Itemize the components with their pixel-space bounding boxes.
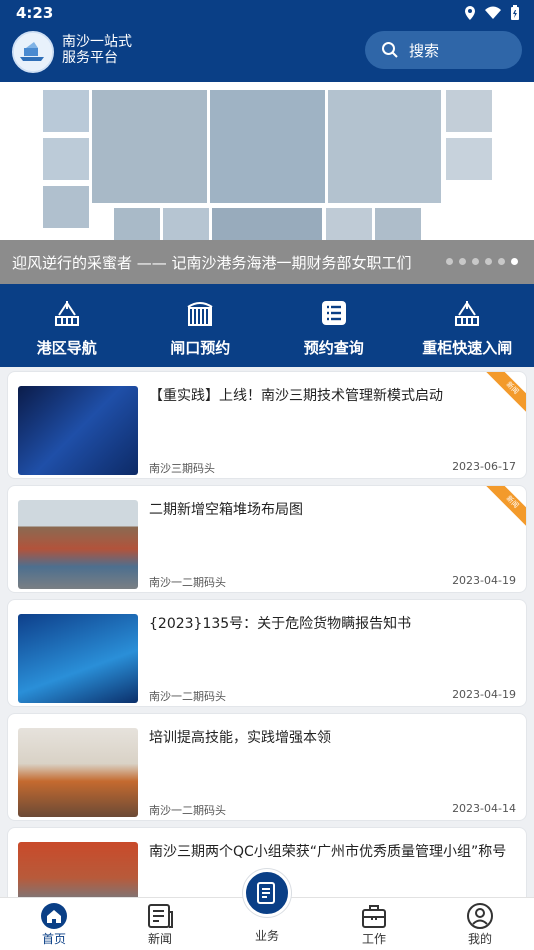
banner-photo <box>446 138 492 180</box>
quick-link-label: 重柜快速入闸 <box>422 339 513 357</box>
news-card[interactable]: {2023}135号：关于危险货物瞒报告知书 南沙一二期码头 2023-04-1… <box>7 599 527 707</box>
home-icon <box>41 903 67 929</box>
news-source: 南沙三期码头 <box>149 462 215 475</box>
app-logo <box>12 31 54 73</box>
news-thumbnail <box>18 500 138 589</box>
search-button[interactable]: 搜索 <box>365 31 522 69</box>
news-thumbnail <box>18 842 138 897</box>
banner-caption-bar: 迎风逆行的采蜜者 —— 记南沙港务海港一期财务部女职工们 <box>0 240 534 284</box>
carousel-dot[interactable] <box>485 258 492 265</box>
quick-link-heavy-container-entry[interactable]: 重柜快速入闸 <box>401 284 534 367</box>
user-icon <box>467 903 493 929</box>
news-date: 2023-04-14 <box>452 802 516 815</box>
wifi-icon <box>485 6 501 19</box>
tab-profile[interactable]: 我的 <box>440 902 520 947</box>
news-card[interactable]: 【重实践】上线！南沙三期技术管理新模式启动 南沙三期码头 2023-06-17 … <box>7 371 527 479</box>
news-title: 培训提高技能，实践增强本领 <box>149 730 331 746</box>
banner-caption: 迎风逆行的采蜜者 —— 记南沙港务海港一期财务部女职工们 <box>12 254 412 272</box>
status-time: 4:23 <box>16 4 54 22</box>
carousel-dot[interactable] <box>472 258 479 265</box>
banner-photo <box>43 138 89 180</box>
app-header: 南沙一站式服务平台 搜索 <box>0 26 534 82</box>
location-icon <box>465 6 475 20</box>
banner-photo <box>446 90 492 132</box>
crane-icon <box>54 301 79 326</box>
banner-carousel[interactable]: 迎风逆行的采蜜者 —— 记南沙港务海港一期财务部女职工们 <box>0 82 534 284</box>
news-title: 【重实践】上线！南沙三期技术管理新模式启动 <box>149 388 443 404</box>
quick-link-booking-query[interactable]: 预约查询 <box>267 284 401 367</box>
banner-photo <box>114 208 160 240</box>
banner-photo <box>92 90 207 203</box>
tab-business-label: 业务 <box>254 929 279 943</box>
banner-photo <box>43 186 89 228</box>
news-date: 2023-04-19 <box>452 688 516 701</box>
news-title: 二期新增空箱堆场布局图 <box>149 502 303 518</box>
tab-work[interactable]: 工作 <box>334 902 414 947</box>
news-title: 南沙三期两个QC小组荣获“广州市优秀质量管理小组”称号 <box>149 844 507 860</box>
tab-news[interactable]: 新闻 <box>120 902 200 947</box>
news-date: 2023-04-19 <box>452 574 516 587</box>
tab-label: 首页 <box>41 932 66 946</box>
banner-photo <box>212 208 322 240</box>
tab-label: 我的 <box>467 932 492 946</box>
quick-link-port-navigation[interactable]: 港区导航 <box>0 284 134 367</box>
news-card[interactable]: 二期新增空箱堆场布局图 南沙一二期码头 2023-04-19 新闻 <box>7 485 527 593</box>
news-list: 【重实践】上线！南沙三期技术管理新模式启动 南沙三期码头 2023-06-17 … <box>0 367 534 897</box>
carousel-dot-active[interactable] <box>511 258 518 265</box>
quick-link-label: 闸口预约 <box>170 339 231 357</box>
news-card[interactable]: 培训提高技能，实践增强本领 南沙一二期码头 2023-04-14 <box>7 713 527 821</box>
business-icon <box>257 882 275 904</box>
tab-business[interactable] <box>243 869 291 917</box>
news-source: 南沙一二期码头 <box>149 690 226 703</box>
banner-photo <box>43 90 89 132</box>
status-icons <box>464 5 520 21</box>
carousel-dot[interactable] <box>498 258 505 265</box>
news-date: 2023-06-17 <box>452 460 516 473</box>
crane-icon <box>455 301 480 326</box>
list-icon <box>321 301 346 325</box>
carousel-dot[interactable] <box>446 258 453 265</box>
search-label: 搜索 <box>409 41 440 60</box>
carousel-dot[interactable] <box>459 258 466 265</box>
banner-photo <box>328 90 441 203</box>
news-icon <box>148 904 173 928</box>
news-source: 南沙一二期码头 <box>149 804 226 817</box>
quick-link-label: 预约查询 <box>303 339 364 357</box>
app-name: 南沙一站式服务平台 <box>62 34 132 66</box>
tab-label: 新闻 <box>147 932 172 946</box>
tab-home[interactable]: 首页 <box>14 902 94 947</box>
battery-icon <box>511 5 519 20</box>
tab-label: 工作 <box>361 932 386 946</box>
news-title: {2023}135号：关于危险货物瞒报告知书 <box>149 616 412 632</box>
news-thumbnail <box>18 728 138 817</box>
banner-photo <box>210 90 325 203</box>
briefcase-icon <box>362 905 386 928</box>
news-thumbnail <box>18 614 138 703</box>
gate-icon <box>187 302 213 326</box>
news-source: 南沙一二期码头 <box>149 576 226 589</box>
quick-links: 港区导航 闸口预约 预约查询 重柜快速入闸 <box>0 284 534 367</box>
quick-link-label: 港区导航 <box>36 339 97 357</box>
banner-photo <box>375 208 421 240</box>
news-thumbnail <box>18 386 138 475</box>
banner-photo <box>326 208 372 240</box>
quick-link-gate-booking[interactable]: 闸口预约 <box>134 284 268 367</box>
banner-photo <box>163 208 209 240</box>
carousel-dots <box>446 258 518 265</box>
search-icon <box>382 42 398 58</box>
status-bar: 4:23 <box>0 0 534 26</box>
